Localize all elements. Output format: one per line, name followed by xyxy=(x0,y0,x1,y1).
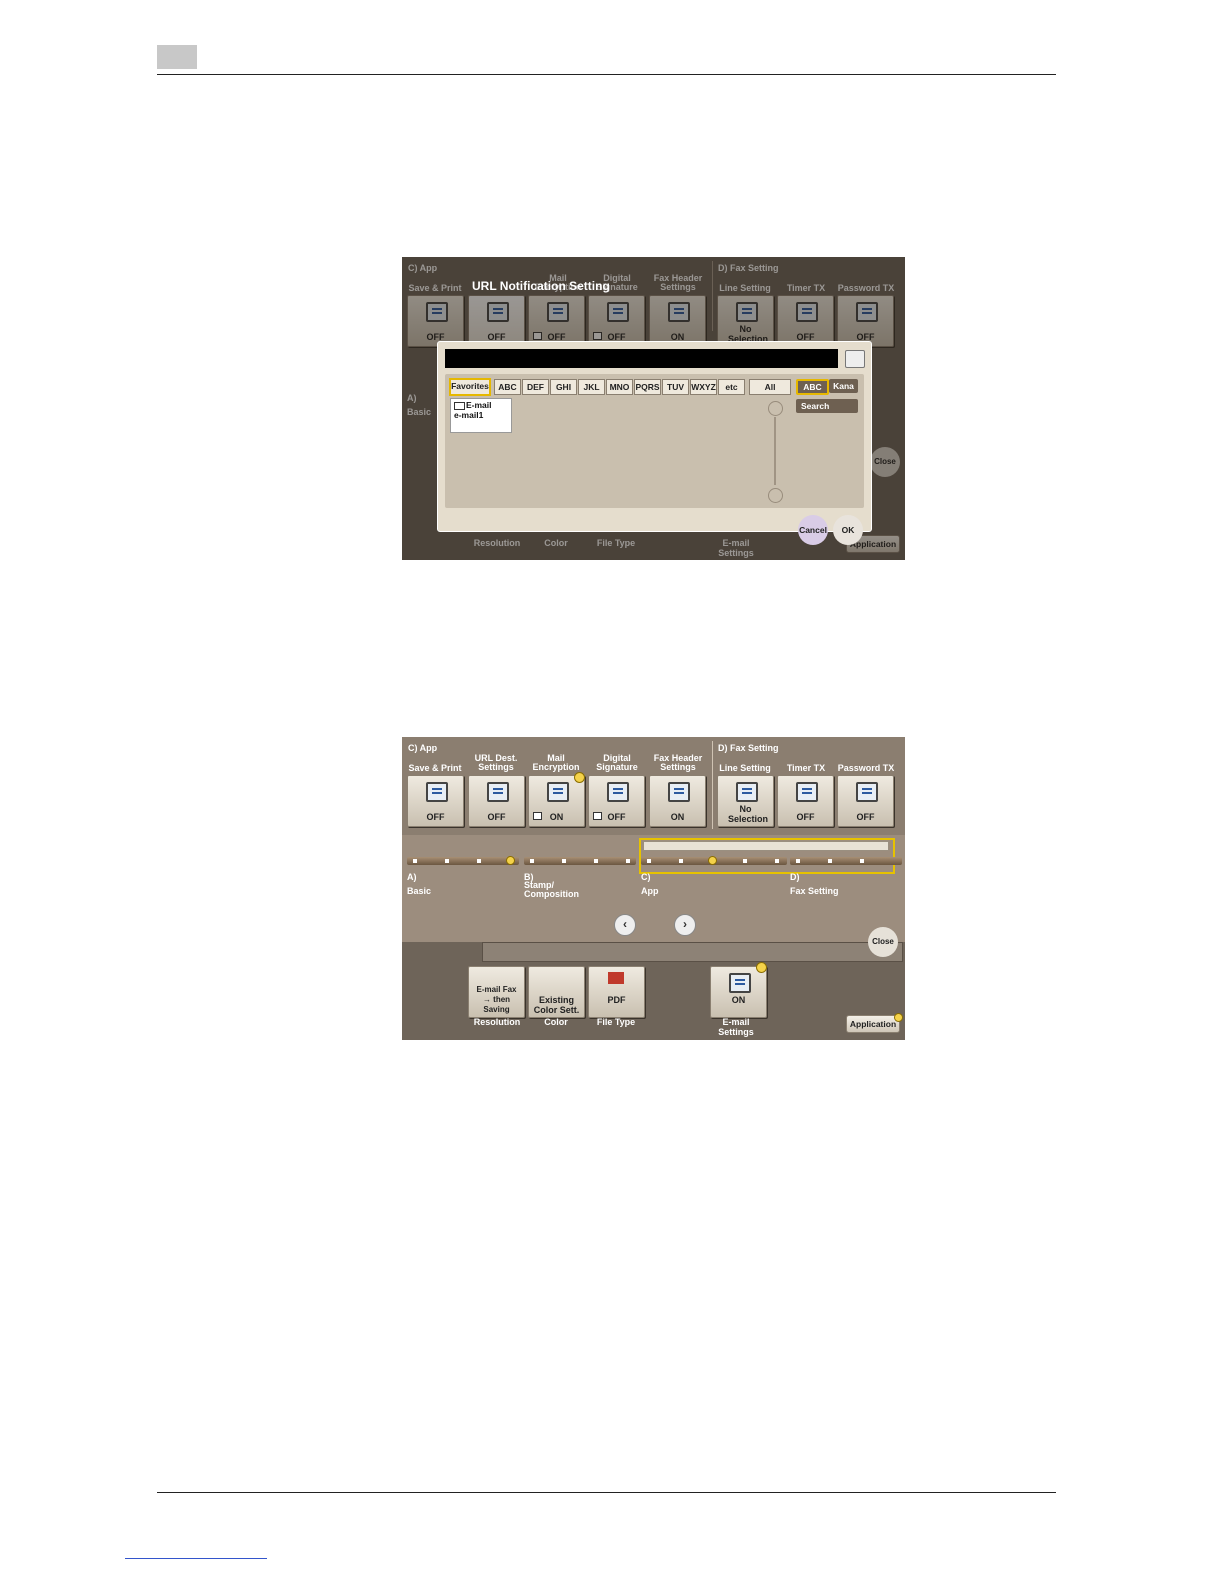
line-icon xyxy=(736,782,758,802)
chevron-right-icon: › xyxy=(683,917,687,931)
application-button[interactable]: Application xyxy=(846,1015,900,1033)
group-a-track[interactable] xyxy=(407,857,519,865)
tile-label-mail-encryption: Mail Encryption xyxy=(532,753,580,772)
bottom-label-file-type: File Type xyxy=(596,1017,636,1027)
mail-encryption-tile[interactable]: ON xyxy=(528,775,585,827)
header-page-box xyxy=(157,45,197,69)
fax-header-icon xyxy=(668,782,690,802)
timer-tx-tile[interactable]: OFF xyxy=(777,775,834,827)
resolution-tile[interactable]: E-mail Fax → then Saving xyxy=(468,966,525,1018)
group-b-track[interactable] xyxy=(524,857,636,865)
screenshot-url-notification: C) App D) Fax Setting Save & Print Mail … xyxy=(402,257,905,560)
list-item-name: e-mail1 xyxy=(454,410,484,420)
timer-icon xyxy=(796,782,818,802)
tab-etc[interactable]: etc xyxy=(718,379,745,395)
group-c-label: C) xyxy=(641,872,651,882)
file-type-tile[interactable]: PDF xyxy=(588,966,645,1018)
mode-kana-button[interactable]: Kana xyxy=(829,379,858,393)
group-c-position-dot xyxy=(708,856,717,865)
bottom-label-color: Color xyxy=(544,1017,568,1027)
line-setting-tile[interactable]: No Selection xyxy=(717,775,774,827)
next-page-button[interactable]: › xyxy=(674,914,696,936)
dialog-title: URL Notification Setting xyxy=(472,279,610,293)
tile-label-line-setting: Line Setting xyxy=(719,763,771,773)
url-dest-tile[interactable]: OFF xyxy=(468,775,525,827)
screenshot-app-settings: C) App D) Fax Setting Save & Print URL D… xyxy=(402,737,905,1040)
encryption-icon xyxy=(547,782,569,802)
footer-link-underline xyxy=(125,1558,267,1559)
tab-mno[interactable]: MNO xyxy=(606,379,633,395)
envelope-icon xyxy=(454,402,465,410)
save-print-tile[interactable]: OFF xyxy=(407,775,464,827)
header-rule xyxy=(157,74,1056,75)
tile-label-digital-signature: Digital Signature xyxy=(596,753,638,772)
footer-rule xyxy=(157,1492,1056,1493)
panel-strip xyxy=(482,942,903,962)
list-item[interactable]: E-mail e-mail1 xyxy=(450,398,512,433)
tab-jkl[interactable]: JKL xyxy=(578,379,605,395)
setting-changed-indicator xyxy=(574,772,585,783)
mode-abc-button[interactable]: ABC xyxy=(796,379,829,395)
scroll-up-icon[interactable] xyxy=(768,401,783,416)
tile-label-password-tx: Password TX xyxy=(837,763,895,773)
section-divider xyxy=(712,741,713,829)
setting-changed-indicator xyxy=(894,1013,903,1022)
pdf-icon xyxy=(608,972,624,984)
bottom-label-email-settings: E-mail Settings xyxy=(718,1017,754,1037)
url-notification-dialog: Favorites ABC DEF GHI JKL MNO PQRS TUV W… xyxy=(437,341,872,532)
bottom-label-resolution: Resolution xyxy=(473,1017,521,1027)
email-settings-tile[interactable]: ON xyxy=(710,966,767,1018)
tab-favorites[interactable]: Favorites xyxy=(449,378,491,396)
group-a-label: A) xyxy=(407,872,417,882)
group-fax-label: Fax Setting xyxy=(790,886,839,896)
tile-label-save-print: Save & Print xyxy=(408,763,462,773)
tab-ghi[interactable]: GHI xyxy=(550,379,577,395)
group-basic-label: Basic xyxy=(407,886,432,896)
ok-button[interactable]: OK xyxy=(833,515,863,545)
envelope-icon xyxy=(729,973,751,993)
scroll-down-icon[interactable] xyxy=(768,488,783,503)
group-a-position-dot xyxy=(506,856,515,865)
keyboard-icon[interactable] xyxy=(845,350,865,368)
tile-label-url-dest: URL Dest. Settings xyxy=(474,753,518,772)
cancel-button[interactable]: Cancel xyxy=(798,515,828,545)
tab-pqrs[interactable]: PQRS xyxy=(634,379,661,395)
tab-abc[interactable]: ABC xyxy=(494,379,521,395)
prev-page-button[interactable]: ‹ xyxy=(614,914,636,936)
list-item-type: E-mail xyxy=(466,400,492,410)
tab-tuv[interactable]: TUV xyxy=(662,379,689,395)
group-d-track[interactable] xyxy=(790,857,902,865)
color-tile[interactable]: Existing Color Sett. xyxy=(528,966,585,1018)
pc-icon xyxy=(487,782,509,802)
save-print-icon xyxy=(426,782,448,802)
close-button[interactable]: Close xyxy=(868,927,898,957)
group-stamp-label: Stamp/ Composition xyxy=(524,880,579,899)
scrollbar[interactable] xyxy=(774,417,776,485)
digital-signature-tile[interactable]: OFF xyxy=(588,775,645,827)
tile-label-timer-tx: Timer TX xyxy=(786,763,826,773)
group-app-label: App xyxy=(641,886,659,896)
search-button[interactable]: Search xyxy=(796,399,858,413)
section-fax-label: D) Fax Setting xyxy=(718,743,779,753)
group-scrollbar[interactable] xyxy=(643,841,889,851)
tab-wxyz[interactable]: WXYZ xyxy=(690,379,717,395)
section-app-label: C) App xyxy=(408,743,438,753)
tile-label-fax-header: Fax Header Settings xyxy=(653,753,703,772)
address-input[interactable] xyxy=(445,349,838,368)
setting-changed-indicator xyxy=(756,962,767,973)
password-tx-tile[interactable]: OFF xyxy=(837,775,894,827)
chevron-left-icon: ‹ xyxy=(623,917,627,931)
password-icon xyxy=(856,782,878,802)
signature-icon xyxy=(607,782,629,802)
group-d-label: D) xyxy=(790,872,800,882)
tab-all[interactable]: All xyxy=(749,379,791,395)
fax-header-tile[interactable]: ON xyxy=(649,775,706,827)
tab-def[interactable]: DEF xyxy=(522,379,549,395)
